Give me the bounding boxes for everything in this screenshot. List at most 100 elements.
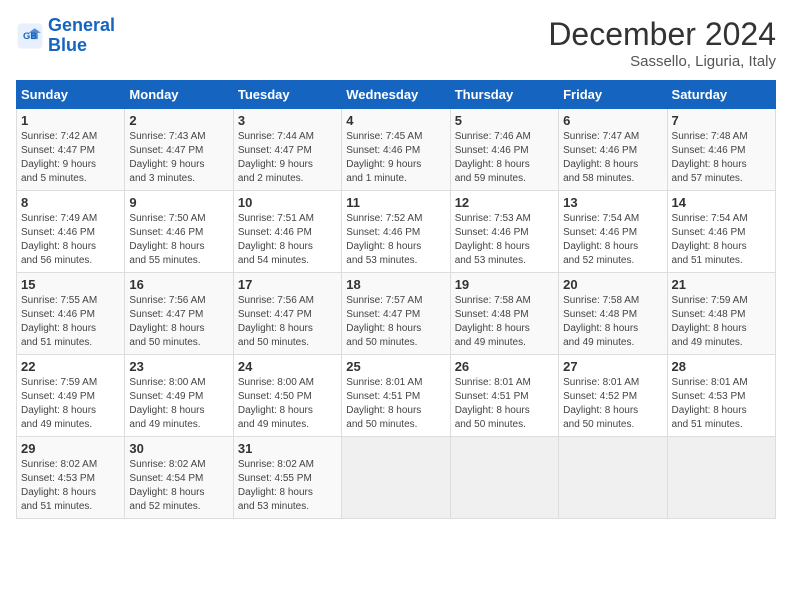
- week-row-5: 29Sunrise: 8:02 AM Sunset: 4:53 PM Dayli…: [17, 437, 776, 519]
- day-info: Sunrise: 7:46 AM Sunset: 4:46 PM Dayligh…: [455, 130, 554, 186]
- day-number: 17: [238, 277, 337, 292]
- calendar-cell: 7Sunrise: 7:48 AM Sunset: 4:46 PM Daylig…: [667, 109, 775, 191]
- weekday-header-saturday: Saturday: [667, 81, 775, 109]
- logo: GB General Blue: [16, 16, 115, 56]
- day-info: Sunrise: 8:01 AM Sunset: 4:51 PM Dayligh…: [346, 376, 445, 432]
- day-info: Sunrise: 8:00 AM Sunset: 4:49 PM Dayligh…: [129, 376, 228, 432]
- title-area: December 2024 Sassello, Liguria, Italy: [548, 16, 776, 70]
- calendar-cell: 10 Sunrise: 7:51 AM Sunset: 4:46 PM Dayli…: [233, 191, 341, 273]
- day-info: Sunrise: 8:00 AM Sunset: 4:50 PM Dayligh…: [238, 376, 337, 432]
- calendar-cell: 23 Sunrise: 8:00 AM Sunset: 4:49 PM Dayli…: [125, 355, 233, 437]
- day-number: 24: [238, 359, 337, 374]
- day-number: 26: [455, 359, 554, 374]
- weekday-header-friday: Friday: [559, 81, 667, 109]
- logo-line2: Blue: [48, 35, 87, 55]
- day-number: 29: [21, 441, 120, 456]
- day-info: Sunrise: 8:01 AM Sunset: 4:52 PM Dayligh…: [563, 376, 662, 432]
- day-info: Sunrise: 7:57 AM Sunset: 4:47 PM Dayligh…: [346, 294, 445, 350]
- calendar-cell: 18 Sunrise: 7:57 AM Sunset: 4:47 PM Dayli…: [342, 273, 450, 355]
- calendar-table: SundayMondayTuesdayWednesdayThursdayFrid…: [16, 80, 776, 519]
- day-number: 12: [455, 195, 554, 210]
- day-info: Sunrise: 7:50 AM Sunset: 4:46 PM Dayligh…: [129, 212, 228, 268]
- calendar-cell: 4 Sunrise: 7:45 AM Sunset: 4:46 PM Daylig…: [342, 109, 450, 191]
- day-number: 13: [563, 195, 662, 210]
- calendar-cell: [559, 437, 667, 519]
- header: GB General Blue December 2024 Sassello, …: [16, 16, 776, 70]
- day-number: 25: [346, 359, 445, 374]
- calendar-cell: 11 Sunrise: 7:52 AM Sunset: 4:46 PM Dayli…: [342, 191, 450, 273]
- day-info: Sunrise: 8:02 AM Sunset: 4:54 PM Dayligh…: [129, 458, 228, 514]
- calendar-cell: 24 Sunrise: 8:00 AM Sunset: 4:50 PM Dayli…: [233, 355, 341, 437]
- month-title: December 2024: [548, 16, 776, 53]
- calendar-cell: 30 Sunrise: 8:02 AM Sunset: 4:54 PM Dayli…: [125, 437, 233, 519]
- logo-text: General Blue: [48, 16, 115, 56]
- day-number: 4: [346, 113, 445, 128]
- day-info: Sunrise: 7:53 AM Sunset: 4:46 PM Dayligh…: [455, 212, 554, 268]
- calendar-cell: 5 Sunrise: 7:46 AM Sunset: 4:46 PM Daylig…: [450, 109, 558, 191]
- day-number: 3: [238, 113, 337, 128]
- day-info: Sunrise: 7:59 AM Sunset: 4:49 PM Dayligh…: [21, 376, 120, 432]
- day-number: 5: [455, 113, 554, 128]
- calendar-cell: 19 Sunrise: 7:58 AM Sunset: 4:48 PM Dayli…: [450, 273, 558, 355]
- day-info: Sunrise: 7:58 AM Sunset: 4:48 PM Dayligh…: [455, 294, 554, 350]
- day-info: Sunrise: 8:01 AM Sunset: 4:51 PM Dayligh…: [455, 376, 554, 432]
- calendar-cell: 27 Sunrise: 8:01 AM Sunset: 4:52 PM Dayli…: [559, 355, 667, 437]
- day-number: 19: [455, 277, 554, 292]
- day-info: Sunrise: 7:58 AM Sunset: 4:48 PM Dayligh…: [563, 294, 662, 350]
- calendar-cell: 12 Sunrise: 7:53 AM Sunset: 4:46 PM Dayli…: [450, 191, 558, 273]
- day-number: 9: [129, 195, 228, 210]
- weekday-header-monday: Monday: [125, 81, 233, 109]
- day-number: 22: [21, 359, 120, 374]
- calendar-cell: 13Sunrise: 7:54 AM Sunset: 4:46 PM Dayli…: [559, 191, 667, 273]
- day-number: 23: [129, 359, 228, 374]
- day-info: Sunrise: 7:49 AM Sunset: 4:46 PM Dayligh…: [21, 212, 120, 268]
- calendar-cell: 26 Sunrise: 8:01 AM Sunset: 4:51 PM Dayli…: [450, 355, 558, 437]
- calendar-cell: 17Sunrise: 7:56 AM Sunset: 4:47 PM Dayli…: [233, 273, 341, 355]
- calendar-cell: 22 Sunrise: 7:59 AM Sunset: 4:49 PM Dayli…: [17, 355, 125, 437]
- week-row-4: 22 Sunrise: 7:59 AM Sunset: 4:49 PM Dayli…: [17, 355, 776, 437]
- day-number: 1: [21, 113, 120, 128]
- location-subtitle: Sassello, Liguria, Italy: [548, 53, 776, 70]
- calendar-cell: 15Sunrise: 7:55 AM Sunset: 4:46 PM Dayli…: [17, 273, 125, 355]
- day-info: Sunrise: 7:43 AM Sunset: 4:47 PM Dayligh…: [129, 130, 228, 186]
- weekday-header-thursday: Thursday: [450, 81, 558, 109]
- calendar-cell: 16Sunrise: 7:56 AM Sunset: 4:47 PM Dayli…: [125, 273, 233, 355]
- week-row-3: 15Sunrise: 7:55 AM Sunset: 4:46 PM Dayli…: [17, 273, 776, 355]
- weekday-header-wednesday: Wednesday: [342, 81, 450, 109]
- day-number: 30: [129, 441, 228, 456]
- calendar-cell: 9 Sunrise: 7:50 AM Sunset: 4:46 PM Daylig…: [125, 191, 233, 273]
- day-info: Sunrise: 7:45 AM Sunset: 4:46 PM Dayligh…: [346, 130, 445, 186]
- day-info: Sunrise: 8:01 AM Sunset: 4:53 PM Dayligh…: [672, 376, 771, 432]
- weekday-header-row: SundayMondayTuesdayWednesdayThursdayFrid…: [17, 81, 776, 109]
- calendar-cell: 21Sunrise: 7:59 AM Sunset: 4:48 PM Dayli…: [667, 273, 775, 355]
- day-number: 20: [563, 277, 662, 292]
- calendar-cell: [667, 437, 775, 519]
- day-info: Sunrise: 7:51 AM Sunset: 4:46 PM Dayligh…: [238, 212, 337, 268]
- day-info: Sunrise: 7:56 AM Sunset: 4:47 PM Dayligh…: [129, 294, 228, 350]
- calendar-cell: 20 Sunrise: 7:58 AM Sunset: 4:48 PM Dayli…: [559, 273, 667, 355]
- calendar-cell: 14Sunrise: 7:54 AM Sunset: 4:46 PM Dayli…: [667, 191, 775, 273]
- weekday-header-sunday: Sunday: [17, 81, 125, 109]
- calendar-cell: 1 Sunrise: 7:42 AM Sunset: 4:47 PM Daylig…: [17, 109, 125, 191]
- calendar-cell: 31 Sunrise: 8:02 AM Sunset: 4:55 PM Dayli…: [233, 437, 341, 519]
- day-info: Sunrise: 7:48 AM Sunset: 4:46 PM Dayligh…: [672, 130, 771, 186]
- day-info: Sunrise: 8:02 AM Sunset: 4:55 PM Dayligh…: [238, 458, 337, 514]
- day-info: Sunrise: 7:54 AM Sunset: 4:46 PM Dayligh…: [672, 212, 771, 268]
- day-info: Sunrise: 7:52 AM Sunset: 4:46 PM Dayligh…: [346, 212, 445, 268]
- day-number: 31: [238, 441, 337, 456]
- day-number: 18: [346, 277, 445, 292]
- calendar-cell: 3Sunrise: 7:44 AM Sunset: 4:47 PM Daylig…: [233, 109, 341, 191]
- week-row-2: 8Sunrise: 7:49 AM Sunset: 4:46 PM Daylig…: [17, 191, 776, 273]
- day-number: 15: [21, 277, 120, 292]
- day-number: 6: [563, 113, 662, 128]
- day-number: 10: [238, 195, 337, 210]
- week-row-1: 1 Sunrise: 7:42 AM Sunset: 4:47 PM Daylig…: [17, 109, 776, 191]
- day-info: Sunrise: 7:42 AM Sunset: 4:47 PM Dayligh…: [21, 130, 120, 186]
- day-number: 27: [563, 359, 662, 374]
- day-number: 28: [672, 359, 771, 374]
- logo-line1: General: [48, 15, 115, 35]
- weekday-header-tuesday: Tuesday: [233, 81, 341, 109]
- calendar-cell: [450, 437, 558, 519]
- day-number: 11: [346, 195, 445, 210]
- calendar-cell: 2Sunrise: 7:43 AM Sunset: 4:47 PM Daylig…: [125, 109, 233, 191]
